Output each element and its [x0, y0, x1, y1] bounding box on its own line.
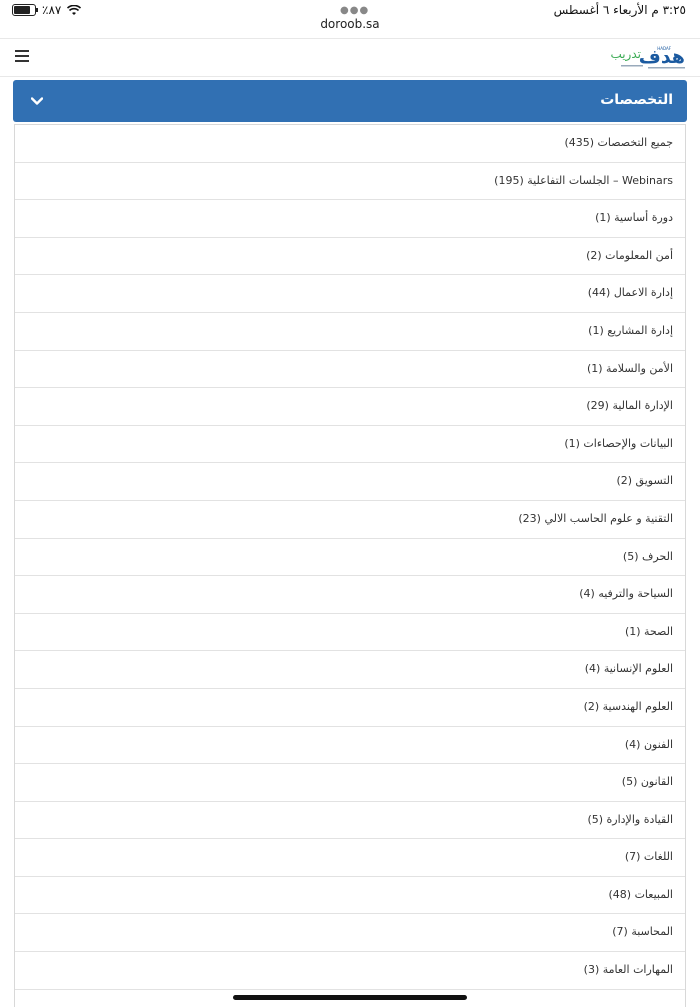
list-item[interactable]: أمن المعلومات (2) [15, 238, 685, 276]
tab-dots-icon[interactable]: ●●● [340, 5, 369, 16]
list-item[interactable]: السياحة والترفيه (4) [15, 576, 685, 614]
list-item-label: العلوم الإنسانية (4) [584, 662, 673, 676]
hadaf-logo[interactable]: هدف تدريب HADAF [586, 43, 686, 73]
list-item-label: المهارات العامة (3) [583, 963, 673, 977]
address-bar-url[interactable]: doroob.sa [0, 17, 700, 31]
list-item-label: المحاسبة (7) [612, 925, 673, 939]
svg-text:HADAF: HADAF [657, 46, 671, 51]
list-item[interactable]: التسويق (2) [15, 463, 685, 501]
list-item[interactable]: جميع التخصصات (435) [15, 125, 685, 163]
list-item[interactable]: التقنية و علوم الحاسب الالي (23) [15, 501, 685, 539]
list-item-label: القيادة والإدارة (5) [587, 812, 673, 826]
list-item-label: الصحة (1) [624, 624, 673, 638]
site-header: هدف تدريب HADAF [0, 38, 700, 77]
wifi-icon [67, 4, 82, 15]
list-item[interactable]: الحرف (5) [15, 539, 685, 577]
list-item[interactable]: الإدارة المالية (29) [15, 388, 685, 426]
list-item-label: إدارة الاعمال (44) [587, 286, 673, 300]
specializations-list: جميع التخصصات (435) Webinars – الجلسات ال… [14, 124, 686, 1007]
list-item[interactable]: دورة أساسية (1) [15, 200, 685, 238]
menu-icon[interactable] [15, 47, 29, 65]
status-time-date: ٣:٢٥ م الأربعاء ٦ أغسطس [553, 3, 686, 17]
list-item[interactable]: الصحة (1) [15, 614, 685, 652]
home-indicator[interactable] [233, 995, 467, 1000]
list-item-label: السياحة والترفيه (4) [579, 587, 673, 601]
list-item-label: الإدارة المالية (29) [586, 399, 673, 413]
list-item-label: التسويق (2) [616, 474, 673, 488]
list-item-label: البيانات والإحصاءات (1) [564, 436, 673, 450]
list-item[interactable]: المهارات العامة (3) [15, 952, 685, 990]
list-item[interactable]: المبيعات (48) [15, 877, 685, 915]
list-item[interactable]: المحاسبة (7) [15, 914, 685, 953]
list-item-label: التقنية و علوم الحاسب الالي (23) [518, 511, 673, 525]
list-item-label: إدارة المشاريع (1) [588, 323, 673, 337]
list-item-label: المبيعات (48) [608, 887, 673, 901]
list-item[interactable]: إدارة الاعمال (44) [15, 275, 685, 313]
list-item-label: الأمن والسلامة (1) [586, 361, 673, 375]
list-item[interactable]: إدارة المشاريع (1) [15, 313, 685, 351]
list-item[interactable]: القيادة والإدارة (5) [15, 802, 685, 840]
chevron-down-icon [31, 97, 43, 105]
list-item-label: أمن المعلومات (2) [586, 248, 673, 262]
svg-text:تدريب: تدريب [610, 47, 641, 62]
list-item-label: العلوم الهندسية (2) [583, 699, 673, 713]
dropdown-title: التخصصات [600, 92, 673, 108]
list-item[interactable]: الفنون (4) [15, 727, 685, 765]
list-item[interactable]: الأمن والسلامة (1) [15, 351, 685, 389]
list-item-label: الحرف (5) [622, 549, 673, 563]
list-item[interactable]: اللغات (7) [15, 839, 685, 877]
list-item-label: الفنون (4) [624, 737, 673, 751]
list-item[interactable]: القانون (5) [15, 764, 685, 802]
battery-percent: ٪٨٧ [42, 3, 62, 17]
list-item-label: القانون (5) [621, 775, 673, 789]
list-item[interactable]: العلوم الهندسية (2) [15, 689, 685, 727]
status-left: ٪٨٧ [12, 3, 82, 17]
list-item-label: اللغات (7) [624, 850, 673, 864]
list-item-label: جميع التخصصات (435) [564, 136, 673, 149]
battery-icon [12, 4, 38, 16]
list-item[interactable]: البيانات والإحصاءات (1) [15, 426, 685, 464]
list-item[interactable]: Webinars – الجلسات التفاعلية (195) [15, 163, 685, 201]
specializations-dropdown[interactable]: التخصصات [13, 80, 687, 122]
list-item[interactable]: العلوم الإنسانية (4) [15, 651, 685, 689]
list-item-label: Webinars – الجلسات التفاعلية (195) [494, 173, 673, 187]
list-item-label: دورة أساسية (1) [595, 211, 673, 225]
